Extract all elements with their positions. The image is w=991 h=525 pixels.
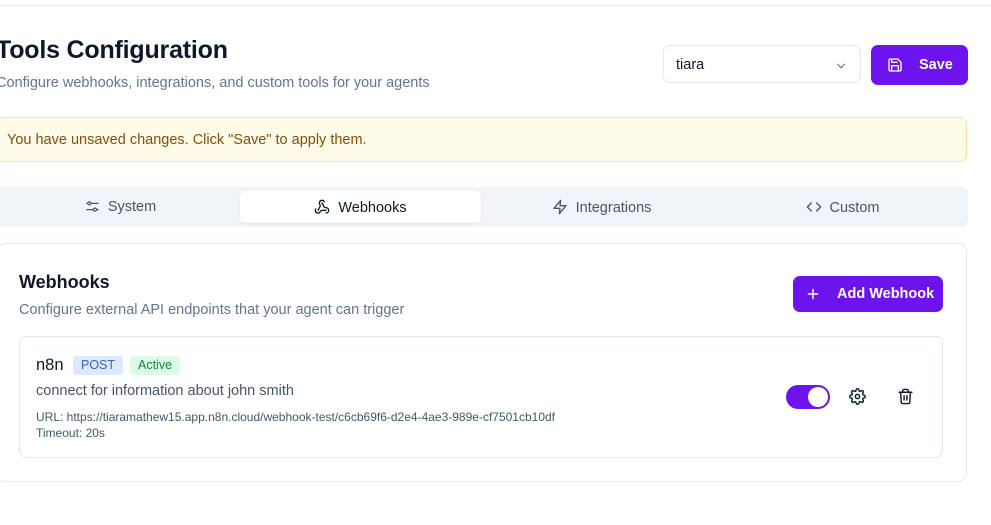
- tab-system[interactable]: System: [0, 191, 241, 223]
- webhook-description: connect for information about john smith: [36, 383, 294, 399]
- banner-text: You have unsaved changes. Click "Save" t…: [7, 132, 367, 148]
- card-description: Configure external API endpoints that yo…: [19, 302, 405, 318]
- add-webhook-label: Add Webhook: [837, 286, 935, 302]
- tab-label: Integrations: [575, 200, 652, 216]
- tab-label: System: [107, 199, 157, 215]
- method-badge: POST: [73, 356, 124, 375]
- unsaved-changes-banner: You have unsaved changes. Click "Save" t…: [0, 117, 967, 162]
- tabs-list: System Webhooks Integrations Custom: [0, 187, 968, 227]
- gear-icon[interactable]: [849, 388, 866, 405]
- webhook-name: n8n: [36, 356, 64, 374]
- sliders-icon: [86, 201, 99, 212]
- agent-select[interactable]: tiara: [663, 45, 861, 83]
- trash-icon[interactable]: [897, 388, 914, 405]
- save-button-label: Save: [919, 57, 953, 73]
- page-title: Tools Configuration: [0, 36, 228, 64]
- save-button[interactable]: Save: [871, 45, 968, 85]
- save-icon: [888, 58, 902, 72]
- toggle-knob: [808, 387, 828, 407]
- plus-icon: [807, 288, 819, 300]
- tab-custom[interactable]: Custom: [722, 191, 963, 223]
- webhook-icon: [315, 199, 330, 214]
- top-bar: [0, 0, 991, 6]
- tab-integrations[interactable]: Integrations: [481, 191, 722, 223]
- tab-webhooks[interactable]: Webhooks: [240, 191, 481, 223]
- status-badge: Active: [130, 356, 181, 375]
- webhook-enabled-toggle[interactable]: [786, 385, 830, 409]
- code-icon: [806, 202, 821, 212]
- page-subtitle: Configure webhooks, integrations, and cu…: [0, 75, 430, 91]
- add-webhook-button[interactable]: Add Webhook: [793, 276, 943, 312]
- tab-label: Custom: [829, 200, 880, 216]
- card-title: Webhooks: [19, 272, 110, 292]
- webhook-url: URL: https://tiaramathew15.app.n8n.cloud…: [36, 410, 556, 424]
- lightning-icon: [552, 199, 567, 215]
- agent-select-value: tiara: [676, 57, 705, 73]
- webhook-timeout: Timeout: 20s: [36, 426, 105, 440]
- chevron-down-icon: [836, 63, 846, 69]
- tab-label: Webhooks: [338, 200, 407, 216]
